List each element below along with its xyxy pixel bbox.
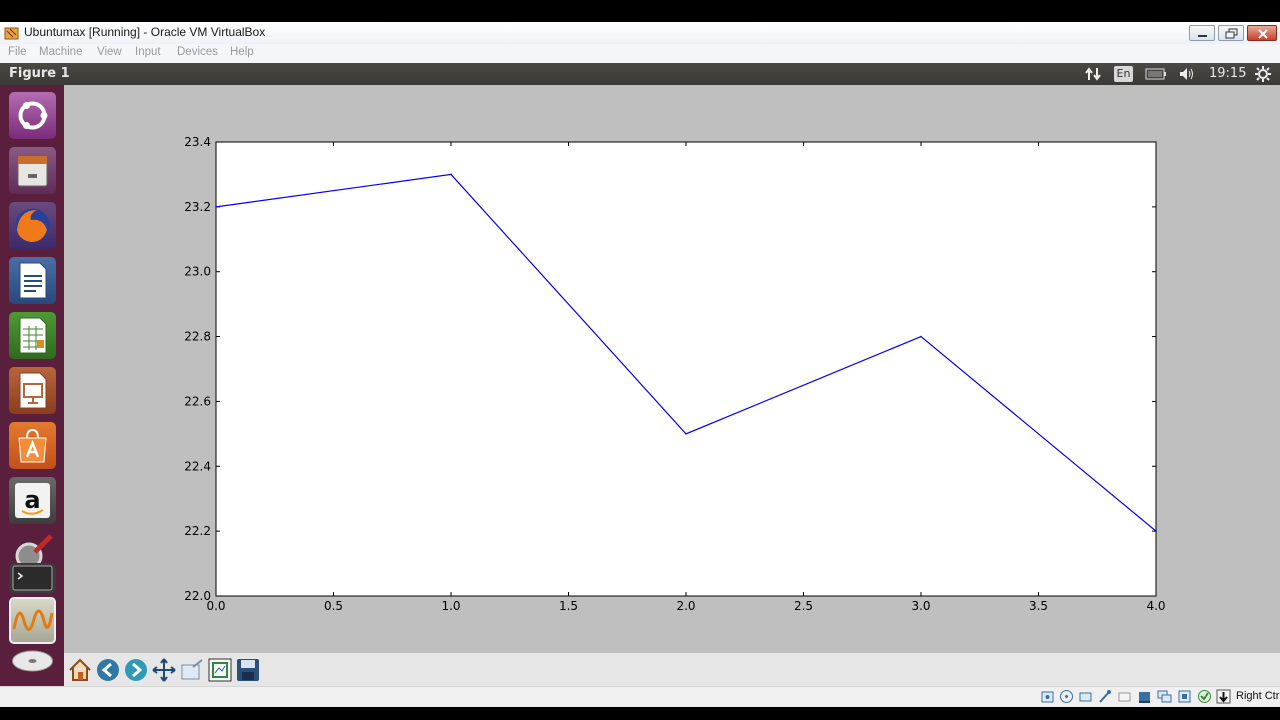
menu-help[interactable]: Help [230,46,254,58]
data-point [215,206,217,208]
host-key-arrow-icon[interactable] [1216,689,1231,704]
optical-drive-icon[interactable] [1059,689,1074,704]
hard-disk-icon[interactable] [1040,689,1055,704]
data-point [450,173,452,176]
virtualbox-app-icon [4,27,19,40]
menu-view[interactable]: View [97,46,122,58]
libreoffice-writer-icon[interactable] [9,257,56,304]
files-icon[interactable] [9,147,56,194]
save-button[interactable] [235,657,261,683]
battery-icon[interactable] [1145,68,1167,80]
close-button[interactable] [1247,25,1277,41]
y-tick-label: 22.6 [184,394,211,408]
home-icon [69,658,91,681]
x-tick-label: 3.0 [911,599,930,613]
network-icon[interactable] [1085,66,1101,82]
figure-canvas: 0.0 0.5 1.0 1.5 2.0 2.5 3.0 3.5 4.0 22.0 22.2 22.4 2… [64,85,1280,653]
minimize-button[interactable] [1189,25,1215,41]
clock[interactable]: 19:15 [1209,66,1246,81]
y-tick-label: 22.8 [184,330,211,344]
menu-input[interactable]: Input [135,46,161,58]
y-tick-label: 23.0 [184,265,211,279]
x-tick-label: 3.5 [1029,599,1048,613]
menu-file[interactable]: File [8,46,27,58]
y-tick-label: 23.2 [184,200,211,214]
window-title: Ubuntumax [Running] - Oracle VM VirtualB… [24,25,266,39]
menu-machine[interactable]: Machine [39,46,82,58]
back-button[interactable] [95,657,121,683]
keyboard-layout-indicator[interactable]: En [1114,66,1133,82]
shared-folders-icon[interactable] [1137,689,1152,704]
forward-button[interactable] [123,657,149,683]
plot-area [215,141,1157,597]
x-tick-label: 0.5 [324,599,343,613]
vbox-menubar: File Machine View Input Devices Help [0,44,1280,63]
session-gear-icon[interactable] [1255,66,1271,82]
pan-button[interactable] [151,657,177,683]
volume-icon[interactable] [1178,66,1196,82]
x-tick-label: 1.0 [441,599,460,613]
terminal-icon[interactable] [9,563,56,593]
y-tick-label: 22.2 [184,524,211,538]
restore-button[interactable] [1218,25,1244,41]
usb-icon[interactable] [1117,689,1132,704]
back-icon [97,659,119,681]
x-tick-label: 4.0 [1146,599,1165,613]
y-tick-label: 23.4 [184,135,211,149]
mouse-integration-icon[interactable] [1197,689,1212,704]
data-point [1155,530,1157,532]
x-tick-label: 1.5 [559,599,578,613]
host-key-label: Right Ctrl [1236,690,1280,702]
ubuntu-dash-icon[interactable] [9,92,56,139]
pan-icon [152,658,176,682]
restore-icon [1225,28,1238,39]
audio-icon[interactable] [1078,689,1093,704]
firefox-icon[interactable] [9,202,56,249]
vbox-titlebar: Ubuntumax [Running] - Oracle VM VirtualB… [0,22,1280,45]
save-icon [237,659,259,681]
minimize-icon [1198,35,1207,37]
home-button[interactable] [67,657,93,683]
software-center-icon[interactable] [9,422,56,469]
active-window-title: Figure 1 [9,66,70,81]
libreoffice-calc-icon[interactable] [9,312,56,359]
display-icon[interactable] [1157,689,1172,704]
network-adapter-icon[interactable] [1097,689,1112,704]
libreoffice-impress-icon[interactable] [9,367,56,414]
y-tick-label: 22.0 [184,589,211,603]
video-capture-icon[interactable] [1177,689,1192,704]
menu-devices[interactable]: Devices [177,46,218,58]
zoom-icon [181,659,203,680]
data-point [920,335,922,338]
forward-icon [125,659,147,681]
figure-app-icon[interactable] [9,597,56,644]
close-icon [1258,29,1268,39]
data-point [685,433,687,435]
amazon-icon[interactable]: a [9,477,56,524]
figure-toolbar [64,653,1280,686]
svg-text:a: a [24,486,40,514]
vbox-status-bar: Right Ctrl [0,686,1280,707]
zoom-button[interactable] [179,657,205,683]
ubuntu-top-panel: Figure 1 En 19:15 [0,63,1280,85]
y-tick-label: 22.4 [184,459,211,473]
line-chart: 0.0 0.5 1.0 1.5 2.0 2.5 3.0 3.5 4.022.022.222.42… [184,135,1165,613]
configure-subplots-icon [208,658,232,682]
unity-launcher: a [0,85,64,686]
x-tick-label: 2.5 [794,599,813,613]
configure-subplots-button[interactable] [207,657,233,683]
x-tick-label: 2.0 [676,599,695,613]
